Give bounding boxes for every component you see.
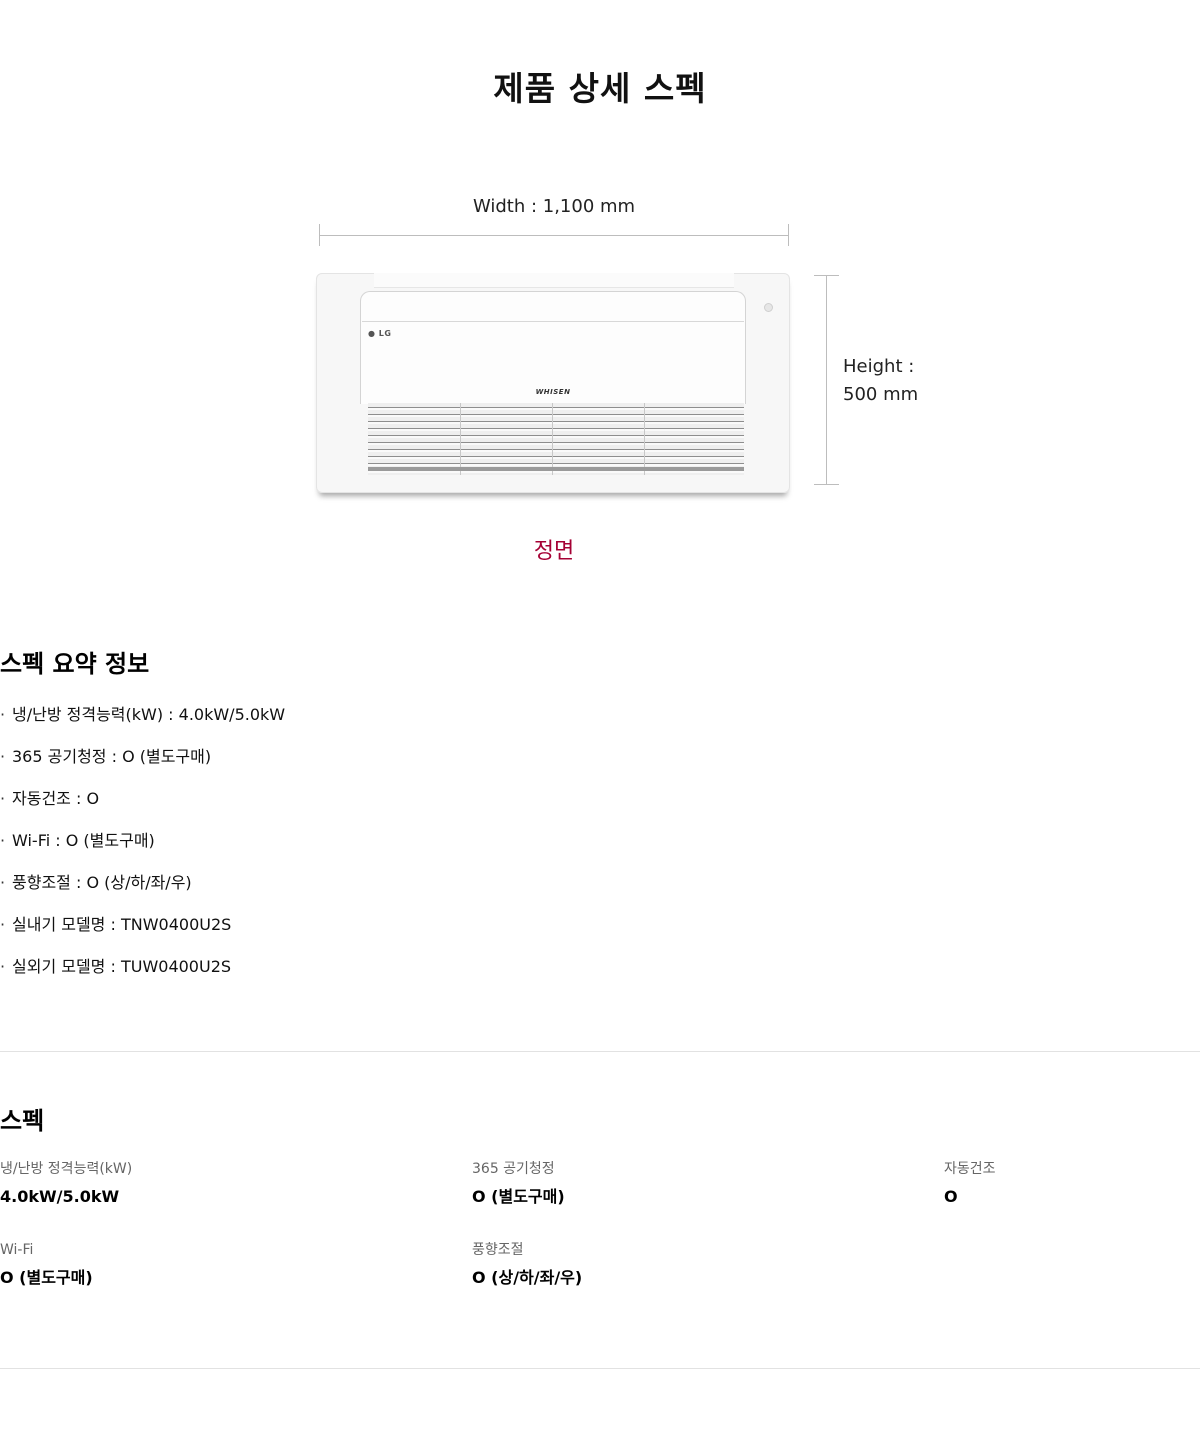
spec-item-wifi: Wi-Fi O (별도구매) [0, 1241, 420, 1289]
spec-section-title: 스펙 [0, 1107, 45, 1135]
spec-value: O (별도구매) [0, 1268, 93, 1287]
summary-item-text: 실내기 모델명 : TNW0400U2S [12, 915, 232, 934]
spec-label: 자동건조 [944, 1161, 996, 1177]
height-dimension-line [826, 275, 827, 485]
bullet: · [0, 789, 6, 808]
bullet: · [0, 747, 6, 766]
bullet: · [0, 957, 6, 976]
grille-base-vane [368, 467, 744, 471]
bullet: · [0, 873, 6, 892]
width-dimension-line [320, 235, 788, 236]
spec-value: O (별도구매) [472, 1187, 565, 1206]
lg-logo: ● LG [368, 329, 392, 338]
unit-air-grille [368, 403, 744, 475]
unit-top-trim [374, 273, 734, 288]
summary-item-text: Wi-Fi : O (별도구매) [12, 831, 155, 850]
width-dimension-cap-right [788, 224, 789, 246]
summary-section-title: 스펙 요약 정보 [0, 650, 150, 678]
grille-divider [552, 403, 553, 475]
spec-item-auto-dry: 자동건조 O [944, 1160, 1194, 1208]
summary-item-outdoor-model: · 실외기 모델명 : TUW0400U2S [0, 956, 285, 998]
summary-item-air-purify: · 365 공기청정 : O (별도구매) [0, 746, 285, 788]
page-title: 제품 상세 스펙 [493, 69, 707, 108]
bullet: · [0, 705, 6, 724]
summary-item-text: 365 공기청정 : O (별도구매) [12, 747, 212, 766]
spec-label: Wi-Fi [0, 1242, 34, 1258]
section-divider [0, 1051, 1200, 1052]
height-dimension-label-line2: 500 mm [843, 384, 919, 405]
summary-item-wifi: · Wi-Fi : O (별도구매) [0, 830, 285, 872]
bullet: · [0, 831, 6, 850]
height-dimension-label: Height : 500 mm [843, 353, 918, 409]
summary-item-capacity: · 냉/난방 정격능력(kW) : 4.0kW/5.0kW [0, 704, 285, 746]
bullet: · [0, 915, 6, 934]
product-image: ● LG WHISEN [316, 273, 790, 493]
spec-value: O (상/하/좌/우) [472, 1268, 583, 1287]
spec-item-capacity: 냉/난방 정격능력(kW) 4.0kW/5.0kW [0, 1160, 420, 1208]
summary-item-text: 실외기 모델명 : TUW0400U2S [12, 957, 232, 976]
grille-divider [460, 403, 461, 475]
lg-logo-text: LG [378, 329, 392, 338]
unit-indicator-light [764, 303, 773, 312]
spec-item-airflow: 풍향조절 O (상/하/좌/우) [472, 1241, 892, 1289]
summary-item-text: 냉/난방 정격능력(kW) : 4.0kW/5.0kW [12, 705, 286, 724]
summary-item-airflow: · 풍향조절 : O (상/하/좌/우) [0, 872, 285, 914]
spec-label: 풍향조절 [472, 1242, 524, 1258]
width-dimension-label: Width : 1,100 mm [472, 196, 636, 217]
height-dimension-label-line1: Height : [843, 356, 915, 377]
summary-item-text: 자동건조 : O [12, 789, 100, 808]
summary-item-indoor-model: · 실내기 모델명 : TNW0400U2S [0, 914, 285, 956]
grille-divider [644, 403, 645, 475]
view-label-front: 정면 [533, 539, 575, 564]
unit-panel-seam [362, 321, 744, 322]
spec-item-air-purify: 365 공기청정 O (별도구매) [472, 1160, 892, 1208]
section-divider [0, 1368, 1200, 1369]
spec-label: 냉/난방 정격능력(kW) [0, 1161, 133, 1177]
summary-list: · 냉/난방 정격능력(kW) : 4.0kW/5.0kW · 365 공기청정 :… [0, 704, 285, 998]
spec-value: O [944, 1187, 958, 1206]
summary-item-auto-dry: · 자동건조 : O [0, 788, 285, 830]
whisen-logo: WHISEN [535, 388, 571, 396]
summary-item-text: 풍향조절 : O (상/하/좌/우) [12, 873, 192, 892]
spec-label: 365 공기청정 [472, 1161, 555, 1177]
spec-value: 4.0kW/5.0kW [0, 1187, 120, 1206]
height-dimension-cap-bottom [814, 484, 839, 485]
